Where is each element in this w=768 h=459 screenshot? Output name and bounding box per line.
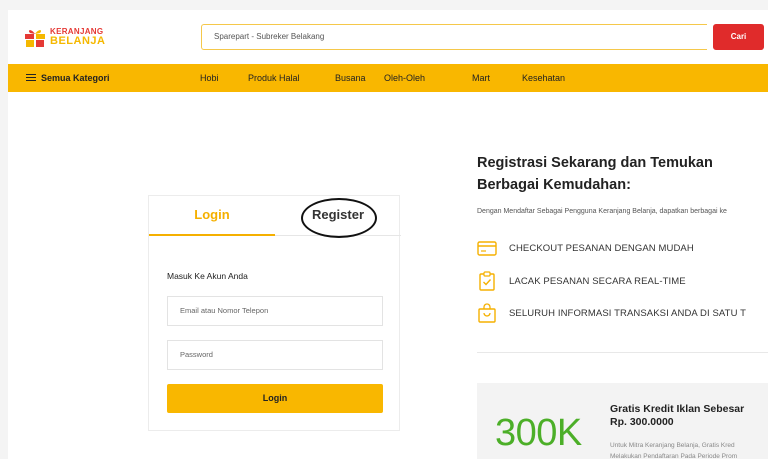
promo-title-line2: Rp. 300.0000 [610, 416, 674, 428]
promo-text-line1: Untuk Mitra Keranjang Belanja, Gratis Kr… [610, 442, 735, 449]
promo-text: Untuk Mitra Keranjang Belanja, Gratis Kr… [610, 440, 737, 459]
credit-card-icon [477, 241, 497, 256]
login-card: Login Register Masuk Ke Akun Anda Email … [148, 195, 401, 431]
all-categories-label: Semua Kategori [41, 73, 110, 83]
registration-title: Registrasi Sekarang dan Temukan Berbagai… [477, 155, 713, 193]
register-highlight-circle [301, 198, 377, 238]
search-input[interactable]: Sparepart - Subreker Belakang [201, 24, 707, 50]
search-button[interactable]: Cari [713, 24, 764, 50]
nav-link-oleh-oleh[interactable]: Oleh-Oleh [384, 64, 425, 92]
site-logo[interactable]: KERANJANG BELANJA [24, 25, 114, 49]
feature-tracking-text: LACAK PESANAN SECARA REAL-TIME [509, 276, 686, 287]
promo-banner: 300K Gratis Kredit Iklan Sebesar Rp. 300… [477, 383, 768, 459]
promo-text-line2: Melakukan Pendaftaran Pada Periode Prom [610, 453, 738, 459]
promo-amount: 300K [495, 412, 582, 454]
category-nav: Semua Kategori Hobi Produk Halal Busana … [8, 64, 768, 92]
nav-link-hobi[interactable]: Hobi [200, 64, 219, 92]
nav-link-produk-halal[interactable]: Produk Halal [248, 64, 300, 92]
hamburger-icon [26, 72, 36, 83]
nav-link-kesehatan[interactable]: Kesehatan [522, 64, 565, 92]
shopping-bag-icon [478, 303, 496, 323]
top-header: KERANJANG BELANJA Sparepart - Subreker B… [8, 10, 768, 64]
all-categories-menu[interactable]: Semua Kategori [26, 64, 110, 92]
section-divider [477, 352, 768, 353]
gift-box-logo-icon [25, 30, 45, 47]
nav-link-busana[interactable]: Busana [335, 64, 366, 92]
login-subtitle: Masuk Ke Akun Anda [167, 271, 248, 281]
logo-text-belanja: BELANJA [50, 35, 106, 47]
registration-description: Dengan Mendaftar Sebagai Pengguna Keranj… [477, 208, 727, 215]
login-button[interactable]: Login [167, 384, 383, 413]
tab-login[interactable]: Login [149, 196, 275, 236]
promo-title: Gratis Kredit Iklan Sebesar Rp. 300.0000 [610, 403, 744, 429]
feature-checkout-text: CHECKOUT PESANAN DENGAN MUDAH [509, 243, 694, 254]
page: KERANJANG BELANJA Sparepart - Subreker B… [0, 0, 768, 459]
promo-title-line1: Gratis Kredit Iklan Sebesar [610, 403, 745, 415]
password-field[interactable]: Password [167, 340, 383, 370]
nav-link-mart[interactable]: Mart [472, 64, 490, 92]
email-field[interactable]: Email atau Nomor Telepon [167, 296, 383, 326]
feature-transactions-text: SELURUH INFORMASI TRANSAKSI ANDA DI SATU… [509, 308, 746, 319]
clipboard-check-icon [479, 271, 495, 291]
